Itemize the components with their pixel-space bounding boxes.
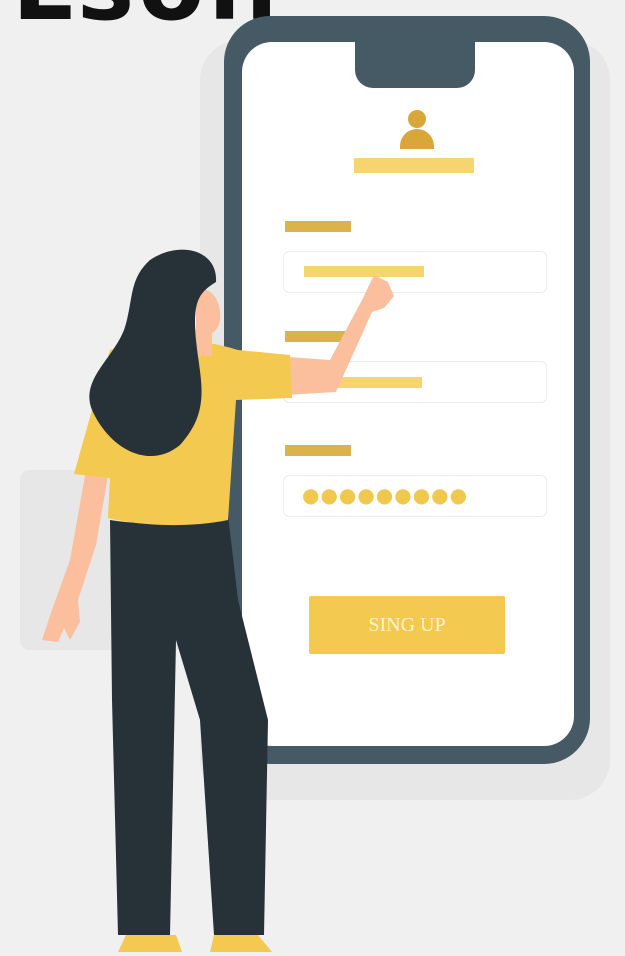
left-arm [42, 470, 108, 642]
woman-illustration [42, 249, 394, 952]
pants [110, 515, 268, 935]
